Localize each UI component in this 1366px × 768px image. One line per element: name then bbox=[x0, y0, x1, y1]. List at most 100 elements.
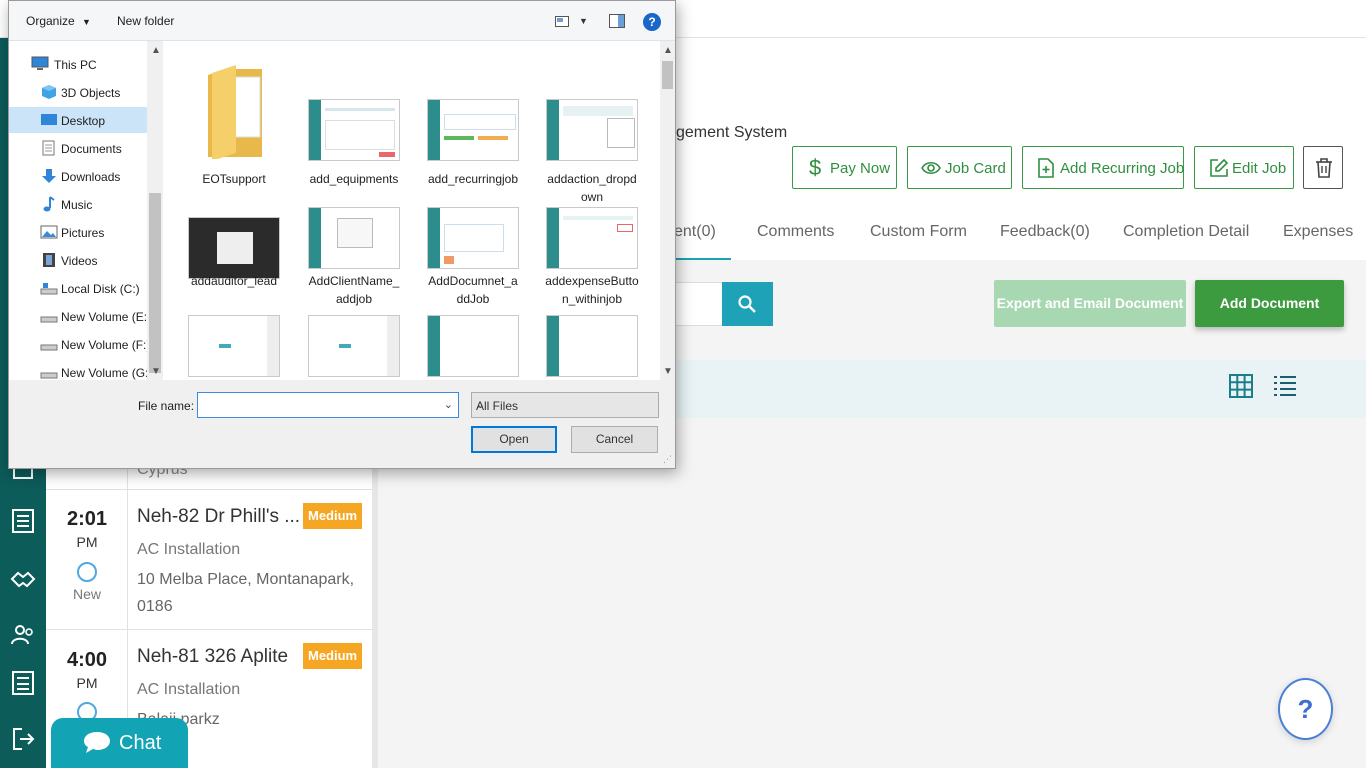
job-row[interactable]: 2:01 PM New Neh-82 Dr Phill's ... Medium… bbox=[46, 490, 372, 630]
job-time: 2:01 bbox=[66, 508, 108, 530]
add-recurring-job-button[interactable]: Add Recurring Job bbox=[1022, 146, 1184, 189]
computer-icon bbox=[31, 56, 49, 70]
image-thumbnail bbox=[188, 217, 280, 279]
nav-item-pictures[interactable]: Pictures bbox=[9, 219, 147, 245]
nav-label: New Volume (G: bbox=[61, 366, 149, 380]
file-name: EOTsupport bbox=[202, 172, 266, 186]
search-button[interactable] bbox=[722, 282, 773, 326]
edit-job-button[interactable]: Edit Job bbox=[1194, 146, 1294, 189]
nav-item-music[interactable]: Music bbox=[9, 191, 147, 217]
logout-icon[interactable] bbox=[10, 726, 36, 752]
files-scroll-thumb[interactable] bbox=[662, 61, 673, 89]
nav-item-this-pc[interactable]: This PC bbox=[9, 51, 147, 77]
image-thumbnail bbox=[546, 315, 638, 377]
nav-label: Desktop bbox=[61, 114, 106, 128]
tab-custom-form[interactable]: Custom Form bbox=[870, 223, 967, 241]
job-time-column: 2:01 PM New bbox=[46, 490, 128, 629]
files-scrollbar[interactable]: ▲ ▼ bbox=[660, 41, 675, 380]
music-note-icon bbox=[43, 196, 55, 212]
file-name-line-2: n_withinjob bbox=[561, 292, 623, 306]
delete-button[interactable] bbox=[1303, 146, 1343, 189]
nav-item-documents[interactable]: Documents bbox=[9, 135, 147, 161]
image-thumbnail bbox=[188, 315, 280, 377]
nav-label: Documents bbox=[61, 142, 122, 156]
task-list-icon[interactable] bbox=[10, 508, 36, 534]
job-status: New bbox=[72, 586, 101, 602]
nav-item-new-volume-g[interactable]: New Volume (G: bbox=[9, 359, 149, 380]
tab-expenses[interactable]: Expenses bbox=[1283, 223, 1353, 241]
job-ampm: PM bbox=[76, 534, 98, 550]
nav-scrollbar[interactable]: ▲ ▼ bbox=[147, 41, 163, 380]
help-button[interactable]: ? bbox=[1278, 678, 1333, 740]
nav-item-desktop[interactable]: Desktop bbox=[9, 107, 147, 133]
tab-completion-detail[interactable]: Completion Detail bbox=[1123, 223, 1249, 241]
job-title[interactable]: Neh-81 326 Aplite bbox=[137, 646, 288, 668]
list-view-icon[interactable] bbox=[1273, 374, 1297, 398]
chat-button[interactable]: Chat bbox=[51, 718, 188, 768]
system-title: gement System bbox=[676, 124, 788, 141]
image-thumbnail bbox=[546, 207, 638, 269]
navigation-pane: This PC 3D Objects Desktop Documents Dow… bbox=[9, 41, 163, 380]
image-thumbnail bbox=[308, 207, 400, 269]
files-pane: EOTsupport add_equipments add_recurringj… bbox=[163, 41, 660, 380]
tab-documents[interactable]: ent(0) bbox=[674, 223, 716, 241]
nav-item-new-volume-f[interactable]: New Volume (F:) bbox=[9, 331, 150, 357]
settings-sliders-icon[interactable] bbox=[10, 670, 36, 696]
scroll-down-icon[interactable]: ▼ bbox=[151, 366, 161, 377]
desktop-icon bbox=[41, 114, 57, 125]
new-folder-button[interactable]: New folder bbox=[117, 14, 174, 28]
active-tab-indicator bbox=[674, 258, 731, 260]
nav-label: Pictures bbox=[61, 226, 105, 240]
search-icon bbox=[738, 295, 756, 313]
add-document-button[interactable]: Add Document bbox=[1195, 280, 1344, 327]
nav-label: Downloads bbox=[61, 170, 121, 184]
view-dropdown-chevron-icon[interactable]: ▼ bbox=[579, 16, 588, 26]
file-name-line-1: addexpenseButto bbox=[545, 274, 639, 288]
tab-comments[interactable]: Comments bbox=[757, 223, 834, 241]
scroll-up-icon[interactable]: ▲ bbox=[151, 45, 161, 56]
file-plus-icon bbox=[1038, 158, 1054, 178]
file-name: addauditor_lead bbox=[190, 274, 278, 288]
tab-feedback[interactable]: Feedback(0) bbox=[1000, 223, 1090, 241]
job-card-label: Job Card bbox=[945, 160, 1006, 177]
preview-pane-icon[interactable] bbox=[609, 14, 625, 28]
status-circle-icon bbox=[77, 562, 97, 582]
scroll-up-icon[interactable]: ▲ bbox=[663, 45, 673, 56]
edit-icon bbox=[1210, 158, 1229, 177]
file-name-line-2: own bbox=[580, 190, 603, 204]
export-email-document-button[interactable]: Export and Email Document bbox=[994, 280, 1186, 327]
open-button[interactable]: Open bbox=[471, 426, 557, 453]
job-type: AC Installation bbox=[137, 541, 241, 558]
job-card-button[interactable]: Job Card bbox=[907, 146, 1012, 189]
scroll-down-icon[interactable]: ▼ bbox=[663, 366, 673, 377]
grid-view-icon[interactable] bbox=[1229, 374, 1253, 398]
picture-icon bbox=[40, 225, 58, 239]
job-title[interactable]: Neh-82 Dr Phill's ... bbox=[137, 506, 300, 528]
nav-scroll-thumb[interactable] bbox=[149, 193, 161, 373]
file-name-input[interactable]: ⌄ bbox=[197, 392, 459, 418]
cube-icon bbox=[42, 85, 56, 99]
cancel-button[interactable]: Cancel bbox=[571, 426, 658, 453]
nav-item-videos[interactable]: Videos bbox=[9, 247, 147, 273]
help-icon[interactable]: ? bbox=[643, 13, 661, 31]
handshake-icon[interactable] bbox=[10, 566, 36, 592]
document-search-input[interactable] bbox=[674, 282, 722, 326]
view-options-icon[interactable] bbox=[555, 16, 569, 27]
nav-item-downloads[interactable]: Downloads bbox=[9, 163, 147, 189]
pay-now-button[interactable]: $ Pay Now bbox=[792, 146, 897, 189]
file-name-line-1: AddClientName_ bbox=[308, 274, 400, 288]
chevron-down-icon[interactable]: ⌄ bbox=[444, 398, 453, 411]
file-name-label: File name: bbox=[138, 399, 195, 413]
nav-item-3d-objects[interactable]: 3D Objects bbox=[9, 79, 147, 105]
job-ampm: PM bbox=[76, 675, 98, 691]
organize-menu[interactable]: Organize ▼ bbox=[26, 14, 91, 28]
users-icon[interactable] bbox=[10, 622, 36, 648]
nav-item-new-volume-e[interactable]: New Volume (E:) bbox=[9, 303, 151, 329]
nav-item-local-disk-c[interactable]: Local Disk (C:) bbox=[9, 275, 147, 301]
eye-icon bbox=[921, 161, 941, 175]
resize-grip-icon[interactable]: ⋰ bbox=[663, 454, 672, 465]
edit-job-label: Edit Job bbox=[1232, 160, 1287, 177]
chevron-down-icon: ⌄ bbox=[476, 399, 486, 411]
image-thumbnail bbox=[546, 99, 638, 161]
file-type-select[interactable]: All Files ⌄ bbox=[471, 392, 659, 418]
